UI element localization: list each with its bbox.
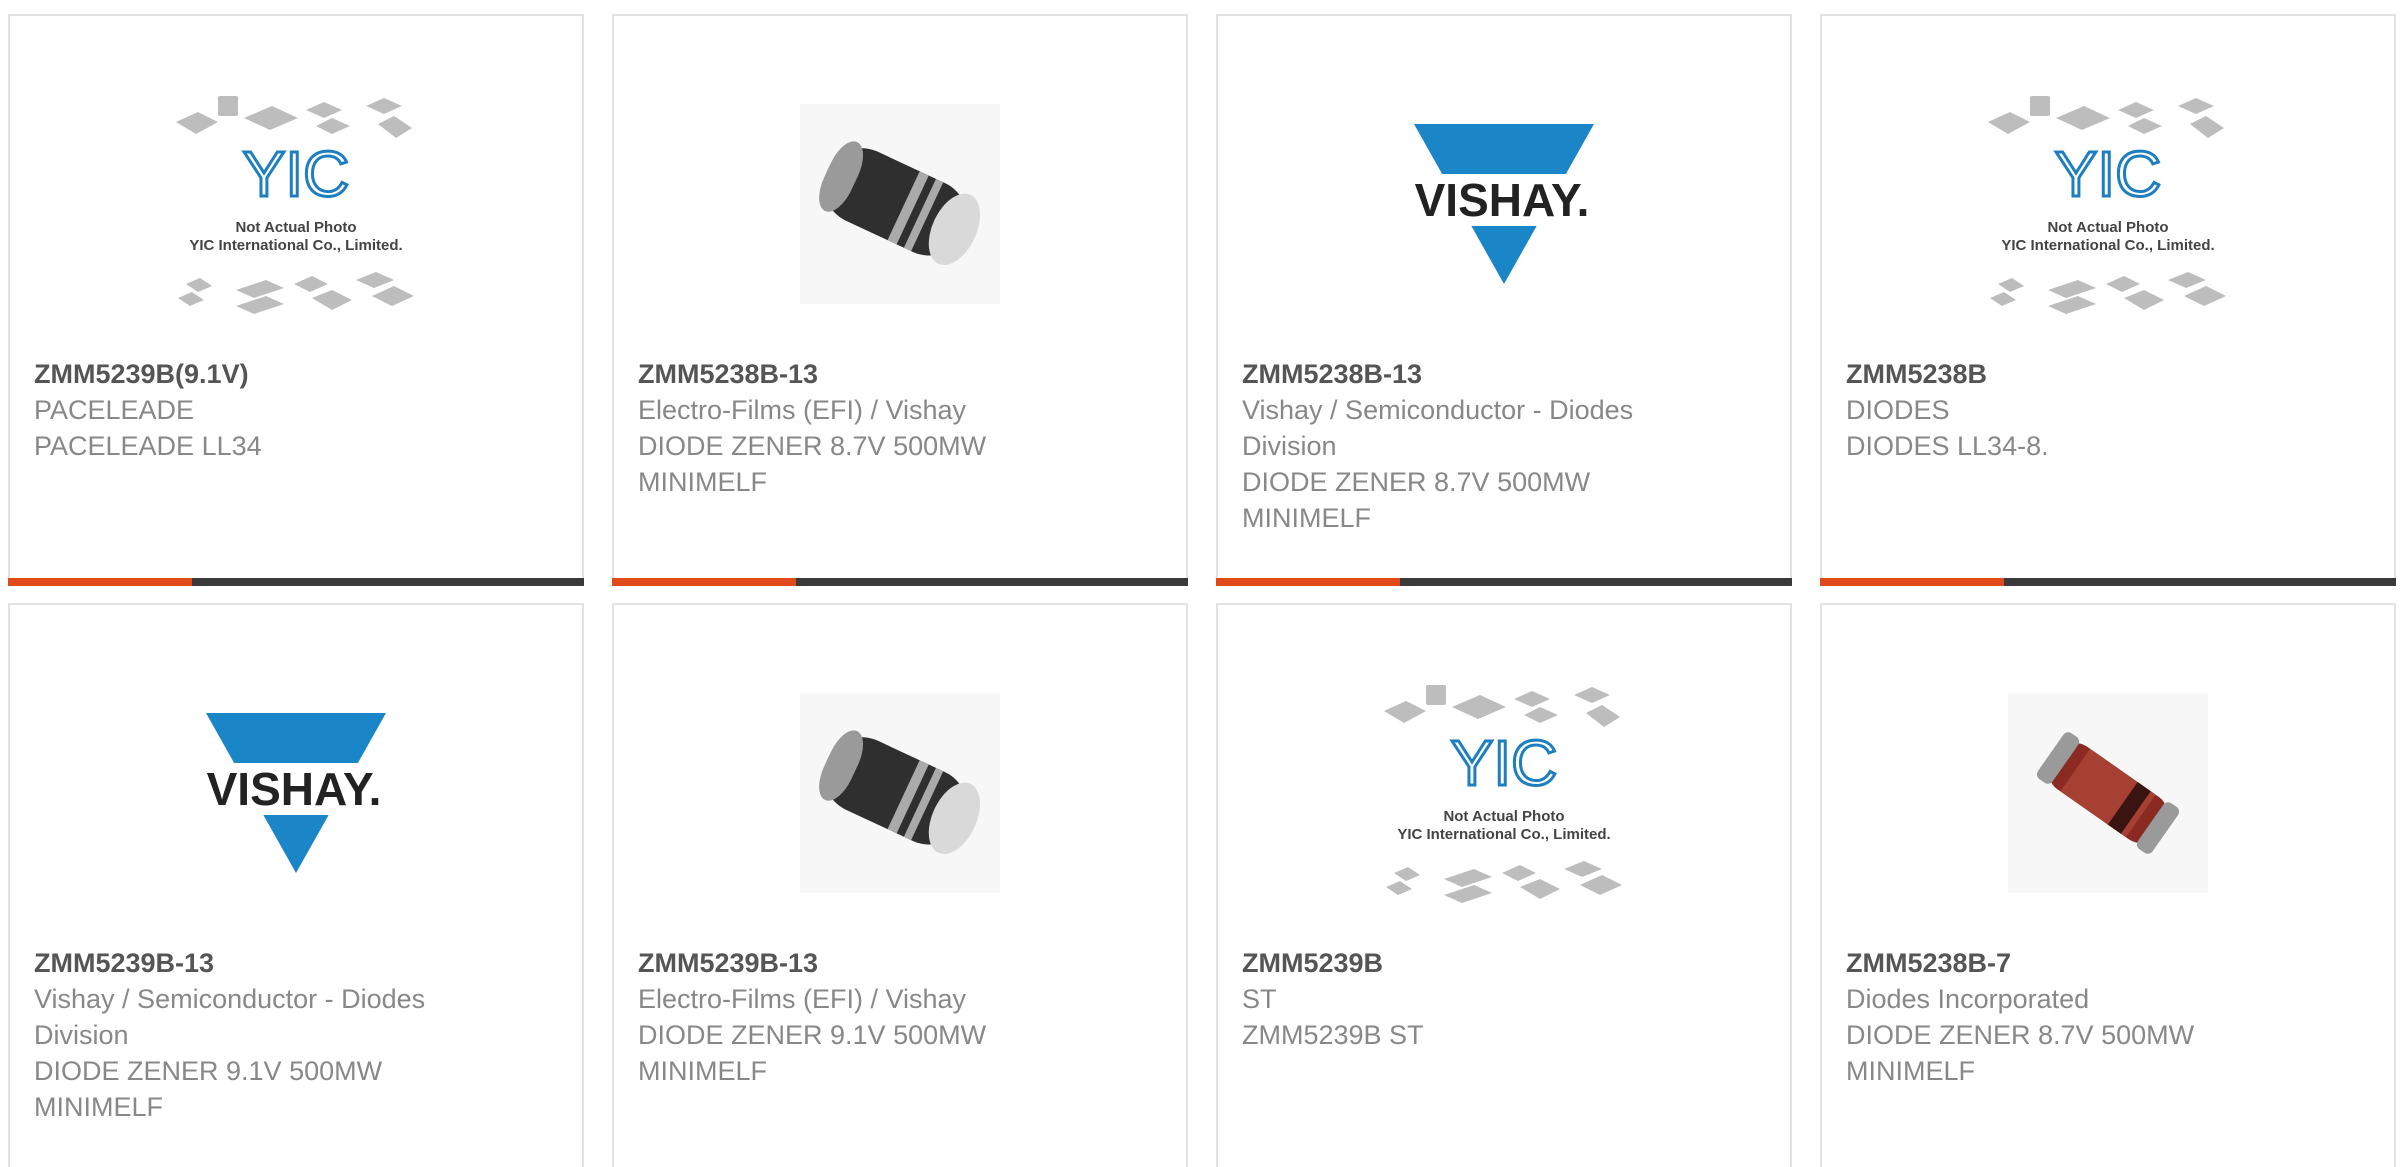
card-bottom-bar xyxy=(1820,578,2396,586)
svg-text:YIC International Co., Limited: YIC International Co., Limited. xyxy=(2001,237,2214,254)
part-number[interactable]: ZMM5238B-13 xyxy=(638,356,1162,392)
manufacturer: Vishay / Semiconductor - Diodes Division xyxy=(1242,395,1634,461)
svg-text:Not Actual Photo: Not Actual Photo xyxy=(235,219,356,236)
product-card[interactable]: ZMM5239B-13 Electro-Films (EFI) / Vishay… xyxy=(612,603,1188,1167)
manufacturer: PACELEADE xyxy=(34,395,195,425)
manufacturer: DIODES xyxy=(1846,395,1950,425)
description: DIODE ZENER 8.7V 500MW MINIMELF xyxy=(1846,1020,2195,1086)
part-number[interactable]: ZMM5238B xyxy=(1846,356,2370,392)
part-number[interactable]: ZMM5238B-13 xyxy=(1242,356,1766,392)
svg-text:Not Actual Photo: Not Actual Photo xyxy=(1443,808,1564,825)
product-card[interactable]: YIC Not Actual Photo YIC International C… xyxy=(8,14,584,586)
svg-text:YIC: YIC xyxy=(2055,138,2162,210)
product-card[interactable]: ZMM5238B-7 Diodes Incorporated DIODE ZEN… xyxy=(1820,603,2396,1167)
vishay-logo-icon: VISHAY. xyxy=(146,663,446,923)
part-number[interactable]: ZMM5239B xyxy=(1242,945,1766,981)
description: ZMM5239B ST xyxy=(1242,1020,1424,1050)
svg-text:YIC International Co., Limited: YIC International Co., Limited. xyxy=(189,237,402,254)
product-card[interactable]: VISHAY. ZMM5238B-13 Vishay / Semiconduct… xyxy=(1216,14,1792,586)
vishay-logo-icon: VISHAY. xyxy=(1354,74,1654,334)
diode-minimelf-gray-icon xyxy=(750,74,1050,334)
placeholder-photo-icon: YIC Not Actual Photo YIC International C… xyxy=(146,74,446,334)
svg-text:YIC: YIC xyxy=(1451,727,1558,799)
placeholder-photo-icon: YIC Not Actual Photo YIC International C… xyxy=(1958,74,2258,334)
product-card[interactable]: YIC Not Actual Photo YIC International C… xyxy=(1216,603,1792,1167)
product-card[interactable]: VISHAY. ZMM5239B-13 Vishay / Semiconduct… xyxy=(8,603,584,1167)
product-card[interactable]: ZMM5238B-13 Electro-Films (EFI) / Vishay… xyxy=(612,14,1188,586)
description: DIODES LL34-8. xyxy=(1846,431,2049,461)
description: DIODE ZENER 9.1V 500MW MINIMELF xyxy=(638,1020,987,1086)
card-bottom-bar xyxy=(612,578,1188,586)
manufacturer: Vishay / Semiconductor - Diodes Division xyxy=(34,984,426,1050)
diode-minimelf-red-icon xyxy=(1958,663,2258,923)
description: DIODE ZENER 8.7V 500MW MINIMELF xyxy=(1242,467,1591,533)
manufacturer: Diodes Incorporated xyxy=(1846,984,2090,1014)
part-number[interactable]: ZMM5239B(9.1V) xyxy=(34,356,558,392)
description: PACELEADE LL34 xyxy=(34,431,262,461)
diode-minimelf-gray-icon xyxy=(750,663,1050,923)
manufacturer: Electro-Films (EFI) / Vishay xyxy=(638,984,967,1014)
card-bottom-bar xyxy=(8,578,584,586)
svg-text:YIC International Co., Limited: YIC International Co., Limited. xyxy=(1397,826,1610,843)
svg-text:YIC: YIC xyxy=(243,138,350,210)
part-number[interactable]: ZMM5239B-13 xyxy=(638,945,1162,981)
product-grid: YIC Not Actual Photo YIC International C… xyxy=(0,0,2400,1167)
svg-text:VISHAY.: VISHAY. xyxy=(207,763,382,815)
description: DIODE ZENER 9.1V 500MW MINIMELF xyxy=(34,1056,383,1122)
manufacturer: Electro-Films (EFI) / Vishay xyxy=(638,395,967,425)
card-bottom-bar xyxy=(1216,578,1792,586)
description: DIODE ZENER 8.7V 500MW MINIMELF xyxy=(638,431,987,497)
part-number[interactable]: ZMM5239B-13 xyxy=(34,945,558,981)
placeholder-photo-icon: YIC Not Actual Photo YIC International C… xyxy=(1354,663,1654,923)
svg-text:VISHAY.: VISHAY. xyxy=(1415,174,1590,226)
manufacturer: ST xyxy=(1242,984,1277,1014)
product-card[interactable]: YIC Not Actual Photo YIC International C… xyxy=(1820,14,2396,586)
svg-text:Not Actual Photo: Not Actual Photo xyxy=(2047,219,2168,236)
part-number[interactable]: ZMM5238B-7 xyxy=(1846,945,2370,981)
